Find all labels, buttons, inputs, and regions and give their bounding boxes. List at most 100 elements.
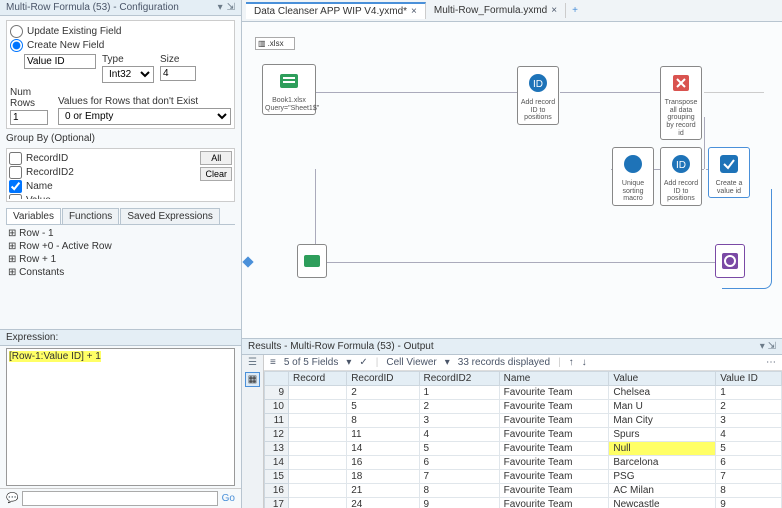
tree-expand-icon[interactable]: ⊞ (8, 228, 16, 239)
cell[interactable]: Newcastle (609, 498, 716, 508)
tree-node[interactable]: ⊞ Row - 1 (8, 227, 233, 240)
cell[interactable]: 6 (716, 456, 782, 470)
tab-saved-expressions[interactable]: Saved Expressions (120, 208, 220, 224)
cell[interactable]: Barcelona (609, 456, 716, 470)
check-icon[interactable]: ✓ (359, 357, 367, 368)
chat-icon[interactable]: 💬 (6, 493, 18, 504)
cell[interactable]: 4 (716, 428, 782, 442)
chevron-down-icon[interactable]: ▾ (218, 2, 223, 13)
cell[interactable] (289, 400, 347, 414)
column-header[interactable]: RecordID2 (419, 372, 499, 386)
cell[interactable] (289, 470, 347, 484)
fields-summary[interactable]: 5 of 5 Fields (284, 357, 338, 368)
settings-icon[interactable]: ⋯ (766, 357, 776, 368)
variables-tree[interactable]: ⊞ Row - 1⊞ Row +0 - Active Row⊞ Row + 1⊞… (8, 227, 233, 279)
cell[interactable]: Favourite Team (499, 428, 609, 442)
update-existing-radio[interactable] (10, 25, 23, 38)
cell[interactable]: Spurs (609, 428, 716, 442)
workflow-tab-1[interactable]: Data Cleanser APP WIP V4.yxmd* × (246, 2, 426, 19)
pin-icon[interactable]: ⇲ (768, 341, 776, 352)
cell[interactable]: 9 (419, 498, 499, 508)
tree-expand-icon[interactable]: ⊞ (8, 267, 16, 278)
close-icon[interactable]: × (551, 5, 557, 16)
table-icon[interactable]: ▦ (245, 372, 260, 387)
browse-tool[interactable] (715, 244, 745, 278)
menu-icon[interactable]: ≡ (270, 357, 276, 368)
cell[interactable]: 1 (716, 386, 782, 400)
cell[interactable]: 5 (419, 442, 499, 456)
cell[interactable]: Favourite Team (499, 386, 609, 400)
record-id-tool[interactable]: ID Add record ID to positions (517, 66, 559, 125)
arrow-down-icon[interactable]: ↓ (582, 357, 587, 368)
cell[interactable]: 5 (347, 400, 419, 414)
group-by-item[interactable]: RecordID2 (9, 166, 232, 179)
group-by-item[interactable]: RecordID (9, 152, 232, 165)
cell[interactable]: 7 (419, 470, 499, 484)
tree-node[interactable]: ⊞ Row +0 - Active Row (8, 240, 233, 253)
cell[interactable]: Favourite Team (499, 456, 609, 470)
cell[interactable]: 2 (419, 400, 499, 414)
column-header[interactable]: RecordID (347, 372, 419, 386)
cell[interactable]: Favourite Team (499, 442, 609, 456)
cell[interactable] (289, 456, 347, 470)
group-by-clear-button[interactable]: Clear (200, 167, 232, 181)
cell-viewer-button[interactable]: Cell Viewer (386, 357, 436, 368)
create-new-radio[interactable] (10, 39, 23, 52)
cell[interactable]: 3 (716, 414, 782, 428)
type-select[interactable]: Int32 (102, 66, 154, 83)
column-header[interactable]: Value ID (716, 372, 782, 386)
tree-node[interactable]: ⊞ Constants (8, 266, 233, 279)
tab-variables[interactable]: Variables (6, 208, 61, 224)
column-header[interactable]: Name (499, 372, 609, 386)
size-input[interactable] (160, 66, 196, 81)
table-row[interactable]: 16218Favourite TeamAC Milan8 (265, 484, 782, 498)
workflow-canvas[interactable]: ▥ .xlsx Book1.xlsx Query="Sheet1$" ID Ad… (242, 22, 782, 338)
tree-node[interactable]: ⊞ Row + 1 (8, 253, 233, 266)
table-row[interactable]: 15187Favourite TeamPSG7 (265, 470, 782, 484)
cell[interactable]: 8 (716, 484, 782, 498)
tab-functions[interactable]: Functions (62, 208, 119, 224)
cell[interactable] (289, 442, 347, 456)
messages-icon[interactable]: ☰ (248, 357, 257, 368)
num-rows-input[interactable] (10, 110, 48, 125)
add-tab-button[interactable]: + (566, 5, 584, 16)
table-row[interactable]: 1183Favourite TeamMan City3 (265, 414, 782, 428)
group-by-checkbox[interactable] (9, 166, 22, 179)
cell[interactable]: 4 (419, 428, 499, 442)
search-input[interactable] (22, 491, 217, 506)
cell[interactable]: Favourite Team (499, 484, 609, 498)
close-icon[interactable]: × (411, 6, 417, 17)
group-by-checkbox[interactable] (9, 180, 22, 193)
cell[interactable]: Chelsea (609, 386, 716, 400)
cell[interactable]: PSG (609, 470, 716, 484)
table-row[interactable]: 17249Favourite TeamNewcastle9 (265, 498, 782, 508)
cell[interactable]: Favourite Team (499, 470, 609, 484)
group-by-all-button[interactable]: All (200, 151, 232, 165)
group-by-item[interactable]: Value (9, 194, 232, 199)
table-row[interactable]: 1052Favourite TeamMan U2 (265, 400, 782, 414)
cell[interactable]: 16 (347, 456, 419, 470)
cell[interactable]: 5 (716, 442, 782, 456)
cell[interactable]: 24 (347, 498, 419, 508)
cell[interactable]: Favourite Team (499, 498, 609, 508)
new-field-name-input[interactable] (24, 54, 96, 69)
macro-input-tool[interactable] (297, 244, 327, 278)
column-header[interactable]: Record (289, 372, 347, 386)
input-data-tool[interactable]: Book1.xlsx Query="Sheet1$" (262, 64, 316, 115)
column-header[interactable]: Value (609, 372, 716, 386)
cell[interactable] (289, 386, 347, 400)
cell[interactable]: 18 (347, 470, 419, 484)
cell[interactable]: Favourite Team (499, 414, 609, 428)
expression-editor[interactable]: [Row-1:Value ID] + 1 (6, 348, 235, 486)
pin-icon[interactable]: ⇲ (227, 2, 235, 13)
cell[interactable]: 9 (716, 498, 782, 508)
go-button[interactable]: Go (222, 493, 235, 504)
group-by-checkbox[interactable] (9, 194, 22, 199)
cell[interactable] (289, 414, 347, 428)
cell[interactable]: Null (609, 442, 716, 456)
cell[interactable]: Man U (609, 400, 716, 414)
table-row[interactable]: 13145Favourite TeamNull5 (265, 442, 782, 456)
cell[interactable]: AC Milan (609, 484, 716, 498)
cell[interactable]: 11 (347, 428, 419, 442)
cell[interactable]: 2 (347, 386, 419, 400)
